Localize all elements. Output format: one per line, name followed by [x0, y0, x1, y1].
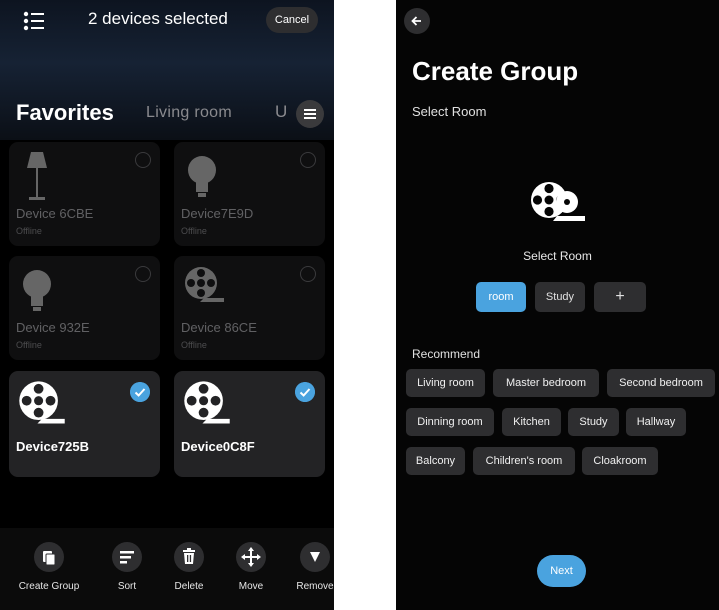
recommend-chip[interactable]: Hallway: [626, 408, 686, 436]
film-reel-icon: [531, 182, 585, 221]
create-group-button[interactable]: Create Group: [14, 542, 84, 592]
device-name: Device7E9D: [181, 206, 254, 221]
remove-icon: [310, 552, 320, 562]
device-status: Offline: [16, 340, 42, 350]
selection-title: 2 devices selected: [88, 9, 228, 28]
recommend-label: Recommend: [412, 347, 481, 361]
select-list-icon[interactable]: [22, 10, 46, 32]
recommend-chip[interactable]: Study: [568, 408, 619, 436]
floor-lamp-icon: [27, 152, 47, 200]
device-card[interactable]: Device725B: [9, 371, 160, 477]
device-card[interactable]: Device0C8F: [174, 371, 325, 477]
bulb-icon: [23, 270, 51, 311]
film-reel-icon: [184, 381, 230, 424]
device-card[interactable]: Device 932E Offline: [9, 256, 160, 360]
page-subtitle: Select Room: [412, 104, 487, 119]
tab-living-room[interactable]: Living room: [146, 104, 232, 122]
create-group-icon: [43, 551, 56, 566]
select-radio[interactable]: [300, 152, 316, 168]
select-radio[interactable]: [135, 152, 151, 168]
device-status: Offline: [16, 226, 42, 236]
room-option-room[interactable]: room: [476, 282, 526, 312]
recommend-chip[interactable]: Master bedroom: [493, 369, 599, 397]
back-button[interactable]: [404, 8, 430, 34]
device-list-screen: 2 devices selected Cancel Favorites Livi…: [0, 0, 334, 610]
recommend-chip[interactable]: Living room: [406, 369, 485, 397]
tab-favorites[interactable]: Favorites: [16, 100, 114, 126]
room-menu-button[interactable]: [296, 100, 324, 128]
bulb-icon: [188, 156, 216, 197]
device-status: Offline: [181, 340, 207, 350]
trash-icon: [183, 548, 195, 564]
action-label: Move: [238, 581, 264, 592]
device-name: Device 86CE: [181, 320, 257, 335]
action-label: Delete: [174, 581, 204, 592]
selected-check-icon[interactable]: [130, 382, 150, 402]
film-reel-icon: [185, 267, 224, 302]
selected-check-icon[interactable]: [295, 382, 315, 402]
move-icon: [241, 547, 261, 567]
sort-icon: [120, 551, 134, 564]
delete-button[interactable]: Delete: [154, 542, 224, 592]
recommend-chip[interactable]: Second bedroom: [607, 369, 715, 397]
remove-button[interactable]: Remove: [280, 542, 334, 592]
move-button[interactable]: Move: [216, 542, 286, 592]
sort-button[interactable]: Sort: [92, 542, 162, 592]
add-room-button[interactable]: +: [594, 282, 646, 312]
select-radio[interactable]: [300, 266, 316, 282]
device-name: Device0C8F: [181, 439, 255, 454]
recommend-chip[interactable]: Cloakroom: [582, 447, 658, 475]
arrow-left-icon: [411, 16, 421, 26]
recommend-chip[interactable]: Children's room: [473, 447, 575, 475]
tab-partial[interactable]: U: [275, 102, 287, 122]
cancel-button[interactable]: Cancel: [266, 7, 318, 33]
action-label: Remove: [296, 581, 334, 592]
recommend-chip[interactable]: Kitchen: [502, 408, 561, 436]
create-group-screen: Create Group Select Room Select Room roo…: [396, 0, 719, 610]
device-card[interactable]: Device 86CE Offline: [174, 256, 325, 360]
device-card[interactable]: Device7E9D Offline: [174, 142, 325, 246]
device-status: Offline: [181, 226, 207, 236]
recommend-chip[interactable]: Dinning room: [406, 408, 494, 436]
device-card[interactable]: Device 6CBE Offline: [9, 142, 160, 246]
room-option-study[interactable]: Study: [535, 282, 585, 312]
next-button[interactable]: Next: [537, 555, 586, 587]
page-title: Create Group: [412, 56, 579, 86]
film-reel-icon: [19, 381, 65, 424]
recommend-chip[interactable]: Balcony: [406, 447, 465, 475]
device-name: Device 6CBE: [16, 206, 94, 221]
action-label: Sort: [117, 581, 137, 592]
select-room-label: Select Room: [523, 249, 592, 263]
device-name: Device 932E: [16, 320, 90, 335]
device-name: Device725B: [16, 439, 89, 454]
select-radio[interactable]: [135, 266, 151, 282]
action-label: Create Group: [18, 581, 80, 592]
